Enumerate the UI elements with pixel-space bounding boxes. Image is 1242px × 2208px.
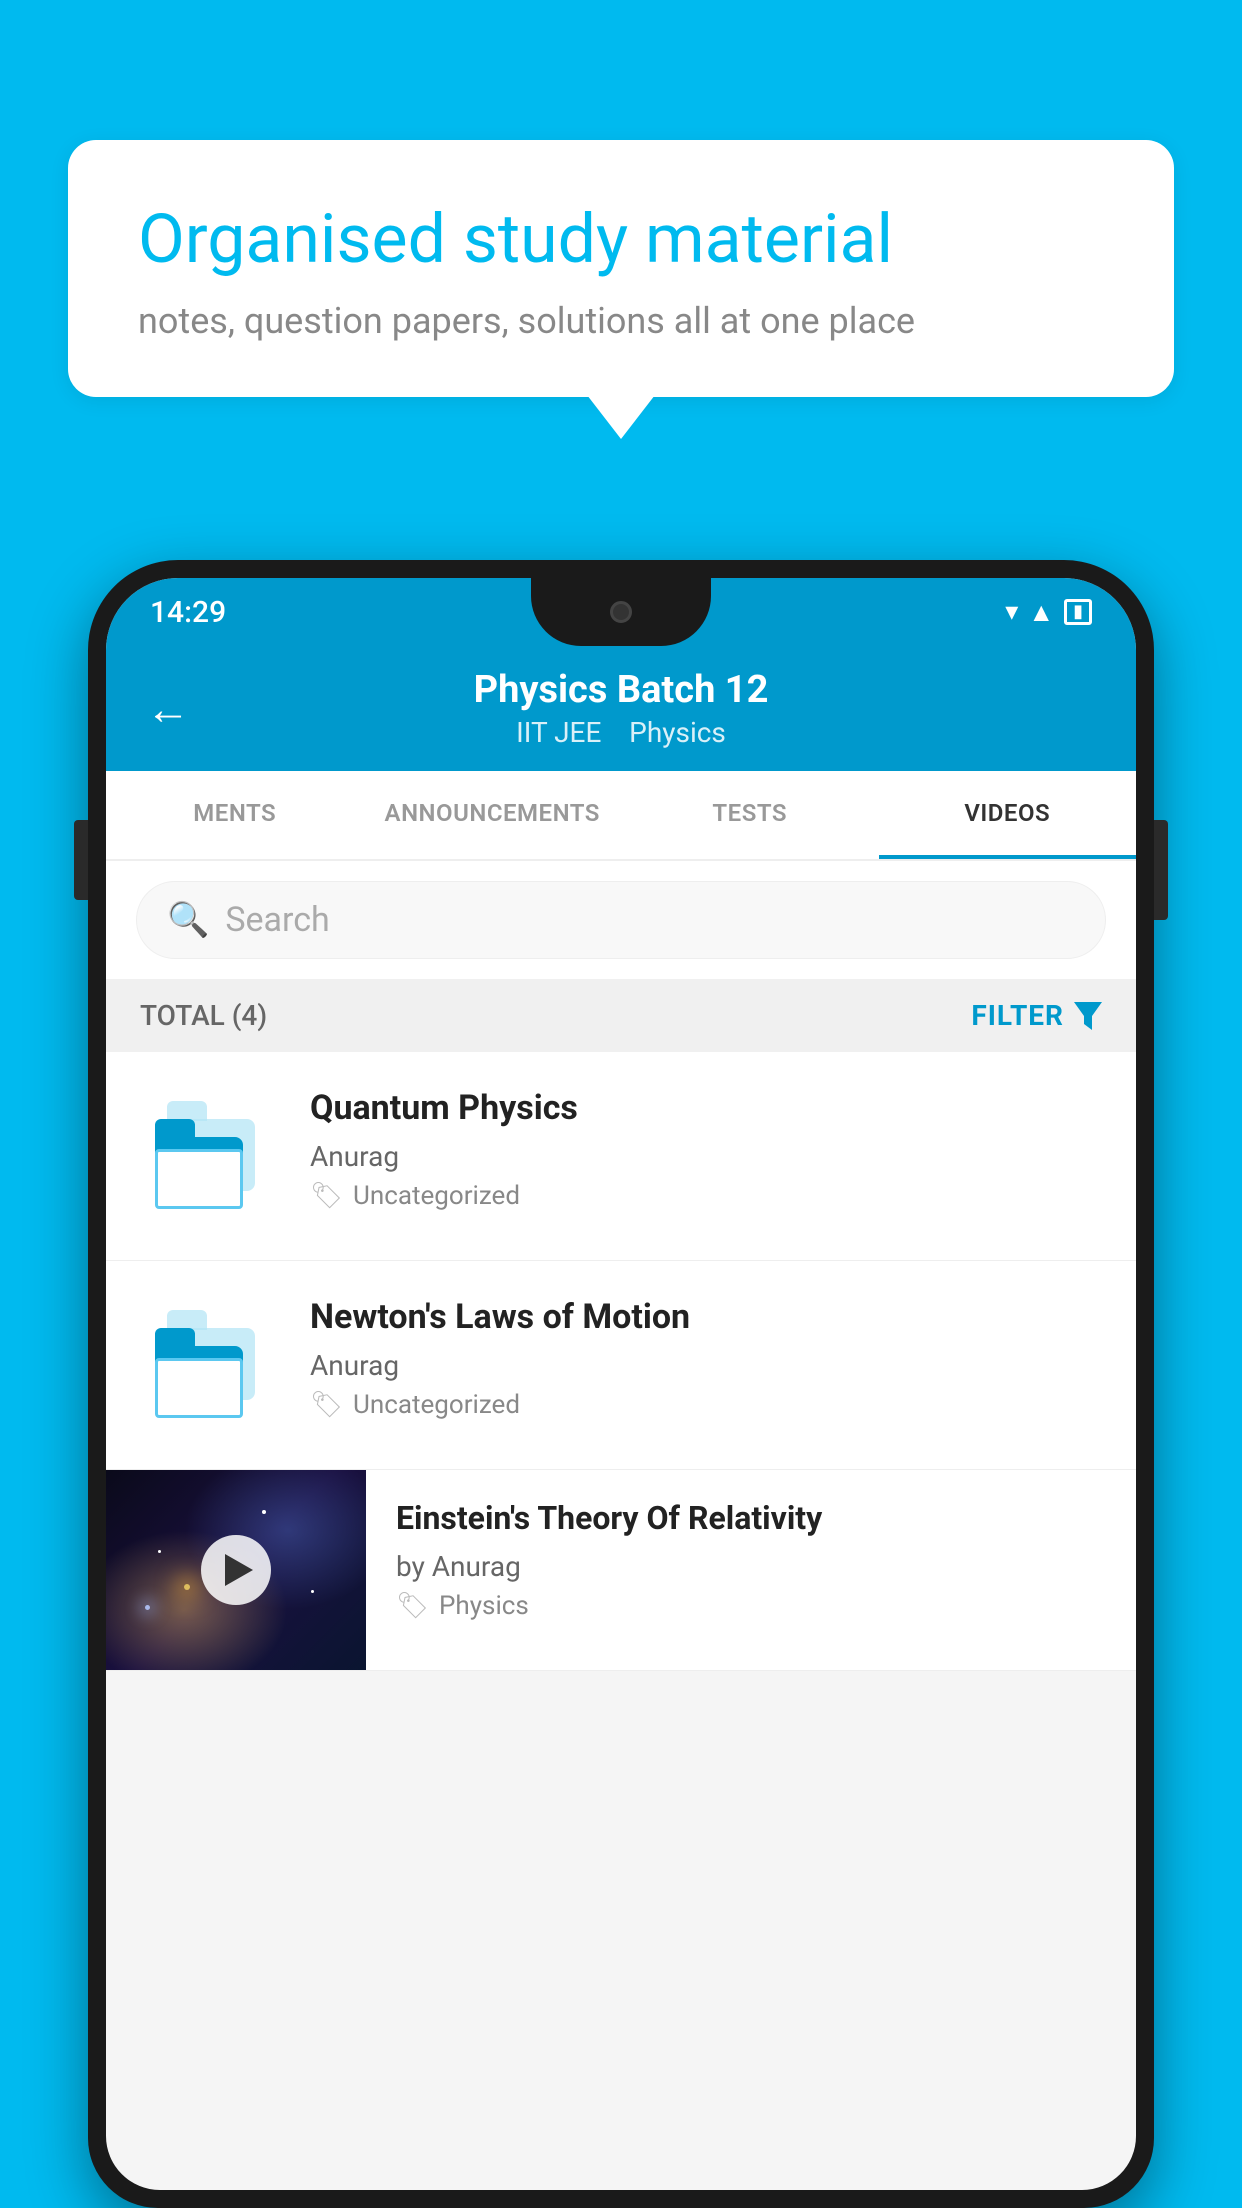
search-container: 🔍 Search	[106, 861, 1136, 979]
video-author-3: by Anurag	[396, 1550, 1106, 1583]
tag-icon: 🏷	[310, 1390, 343, 1420]
status-icons: ▾ ▲ ▮	[1005, 597, 1092, 628]
tag-icon: 🏷	[396, 1591, 429, 1621]
play-triangle-icon	[225, 1554, 253, 1586]
folder-icon-1	[155, 1101, 265, 1211]
battery-icon: ▮	[1064, 599, 1092, 625]
header-subtitle-part2: Physics	[629, 716, 726, 749]
header-title: Physics Batch 12	[474, 668, 769, 712]
total-count: TOTAL (4)	[140, 999, 267, 1032]
play-button-3[interactable]	[201, 1535, 271, 1605]
tab-tests[interactable]: TESTS	[621, 771, 879, 859]
folder-icon-2	[155, 1310, 265, 1420]
tab-announcements[interactable]: ANNOUNCEMENTS	[364, 771, 622, 859]
bubble-subtitle: notes, question papers, solutions all at…	[138, 300, 1104, 342]
video-info-2: Newton's Laws of Motion Anurag 🏷 Uncateg…	[310, 1295, 1102, 1420]
search-bar[interactable]: 🔍 Search	[136, 881, 1106, 959]
list-item[interactable]: Quantum Physics Anurag 🏷 Uncategorized	[106, 1052, 1136, 1261]
back-button[interactable]: ←	[146, 683, 190, 735]
video-author-1: Anurag	[310, 1140, 1102, 1173]
speech-bubble: Organised study material notes, question…	[68, 140, 1174, 397]
video-tag-1: 🏷 Uncategorized	[310, 1181, 1102, 1211]
search-icon: 🔍	[167, 900, 209, 940]
video-tag-2: 🏷 Uncategorized	[310, 1390, 1102, 1420]
filter-button[interactable]: FILTER	[971, 999, 1102, 1032]
status-bar: 14:29 ▾ ▲ ▮	[106, 578, 1136, 646]
tag-icon: 🏷	[310, 1181, 343, 1211]
camera-dot	[610, 601, 632, 623]
list-item[interactable]: Newton's Laws of Motion Anurag 🏷 Uncateg…	[106, 1261, 1136, 1470]
tabs-container: MENTS ANNOUNCEMENTS TESTS VIDEOS	[106, 771, 1136, 861]
video-title-3: Einstein's Theory Of Relativity	[396, 1498, 1106, 1540]
list-item[interactable]: Einstein's Theory Of Relativity by Anura…	[106, 1470, 1136, 1671]
filter-funnel-icon	[1074, 1002, 1102, 1030]
tab-videos[interactable]: VIDEOS	[879, 771, 1137, 859]
filter-bar: TOTAL (4) FILTER	[106, 979, 1136, 1052]
video-info-3: Einstein's Theory Of Relativity by Anura…	[366, 1470, 1136, 1649]
bubble-title: Organised study material	[138, 200, 1104, 278]
phone-screen: 14:29 ▾ ▲ ▮ ← Physic	[106, 578, 1136, 2190]
wifi-icon: ▾	[1005, 597, 1018, 627]
header-subtitle-part1: IIT JEE	[516, 716, 601, 749]
video-author-2: Anurag	[310, 1349, 1102, 1382]
video-title-1: Quantum Physics	[310, 1086, 1102, 1130]
filter-label: FILTER	[971, 999, 1064, 1032]
video-thumb-1	[140, 1086, 280, 1226]
signal-icon: ▲	[1028, 597, 1054, 628]
video-list: Quantum Physics Anurag 🏷 Uncategorized	[106, 1052, 1136, 1671]
app-header: ← Physics Batch 12 IIT JEE Physics	[106, 646, 1136, 771]
notch	[531, 578, 711, 646]
video-info-1: Quantum Physics Anurag 🏷 Uncategorized	[310, 1086, 1102, 1211]
video-title-2: Newton's Laws of Motion	[310, 1295, 1102, 1339]
phone-outer: 14:29 ▾ ▲ ▮ ← Physic	[88, 560, 1154, 2208]
video-tag-3: 🏷 Physics	[396, 1591, 1106, 1621]
header-subtitle: IIT JEE Physics	[516, 716, 726, 749]
status-time: 14:29	[150, 595, 226, 630]
video-thumb-2	[140, 1295, 280, 1435]
tab-ments[interactable]: MENTS	[106, 771, 364, 859]
phone-mockup: 14:29 ▾ ▲ ▮ ← Physic	[88, 560, 1154, 2208]
speech-bubble-section: Organised study material notes, question…	[68, 140, 1174, 397]
video-thumbnail-3	[106, 1470, 366, 1670]
search-placeholder: Search	[225, 900, 329, 940]
